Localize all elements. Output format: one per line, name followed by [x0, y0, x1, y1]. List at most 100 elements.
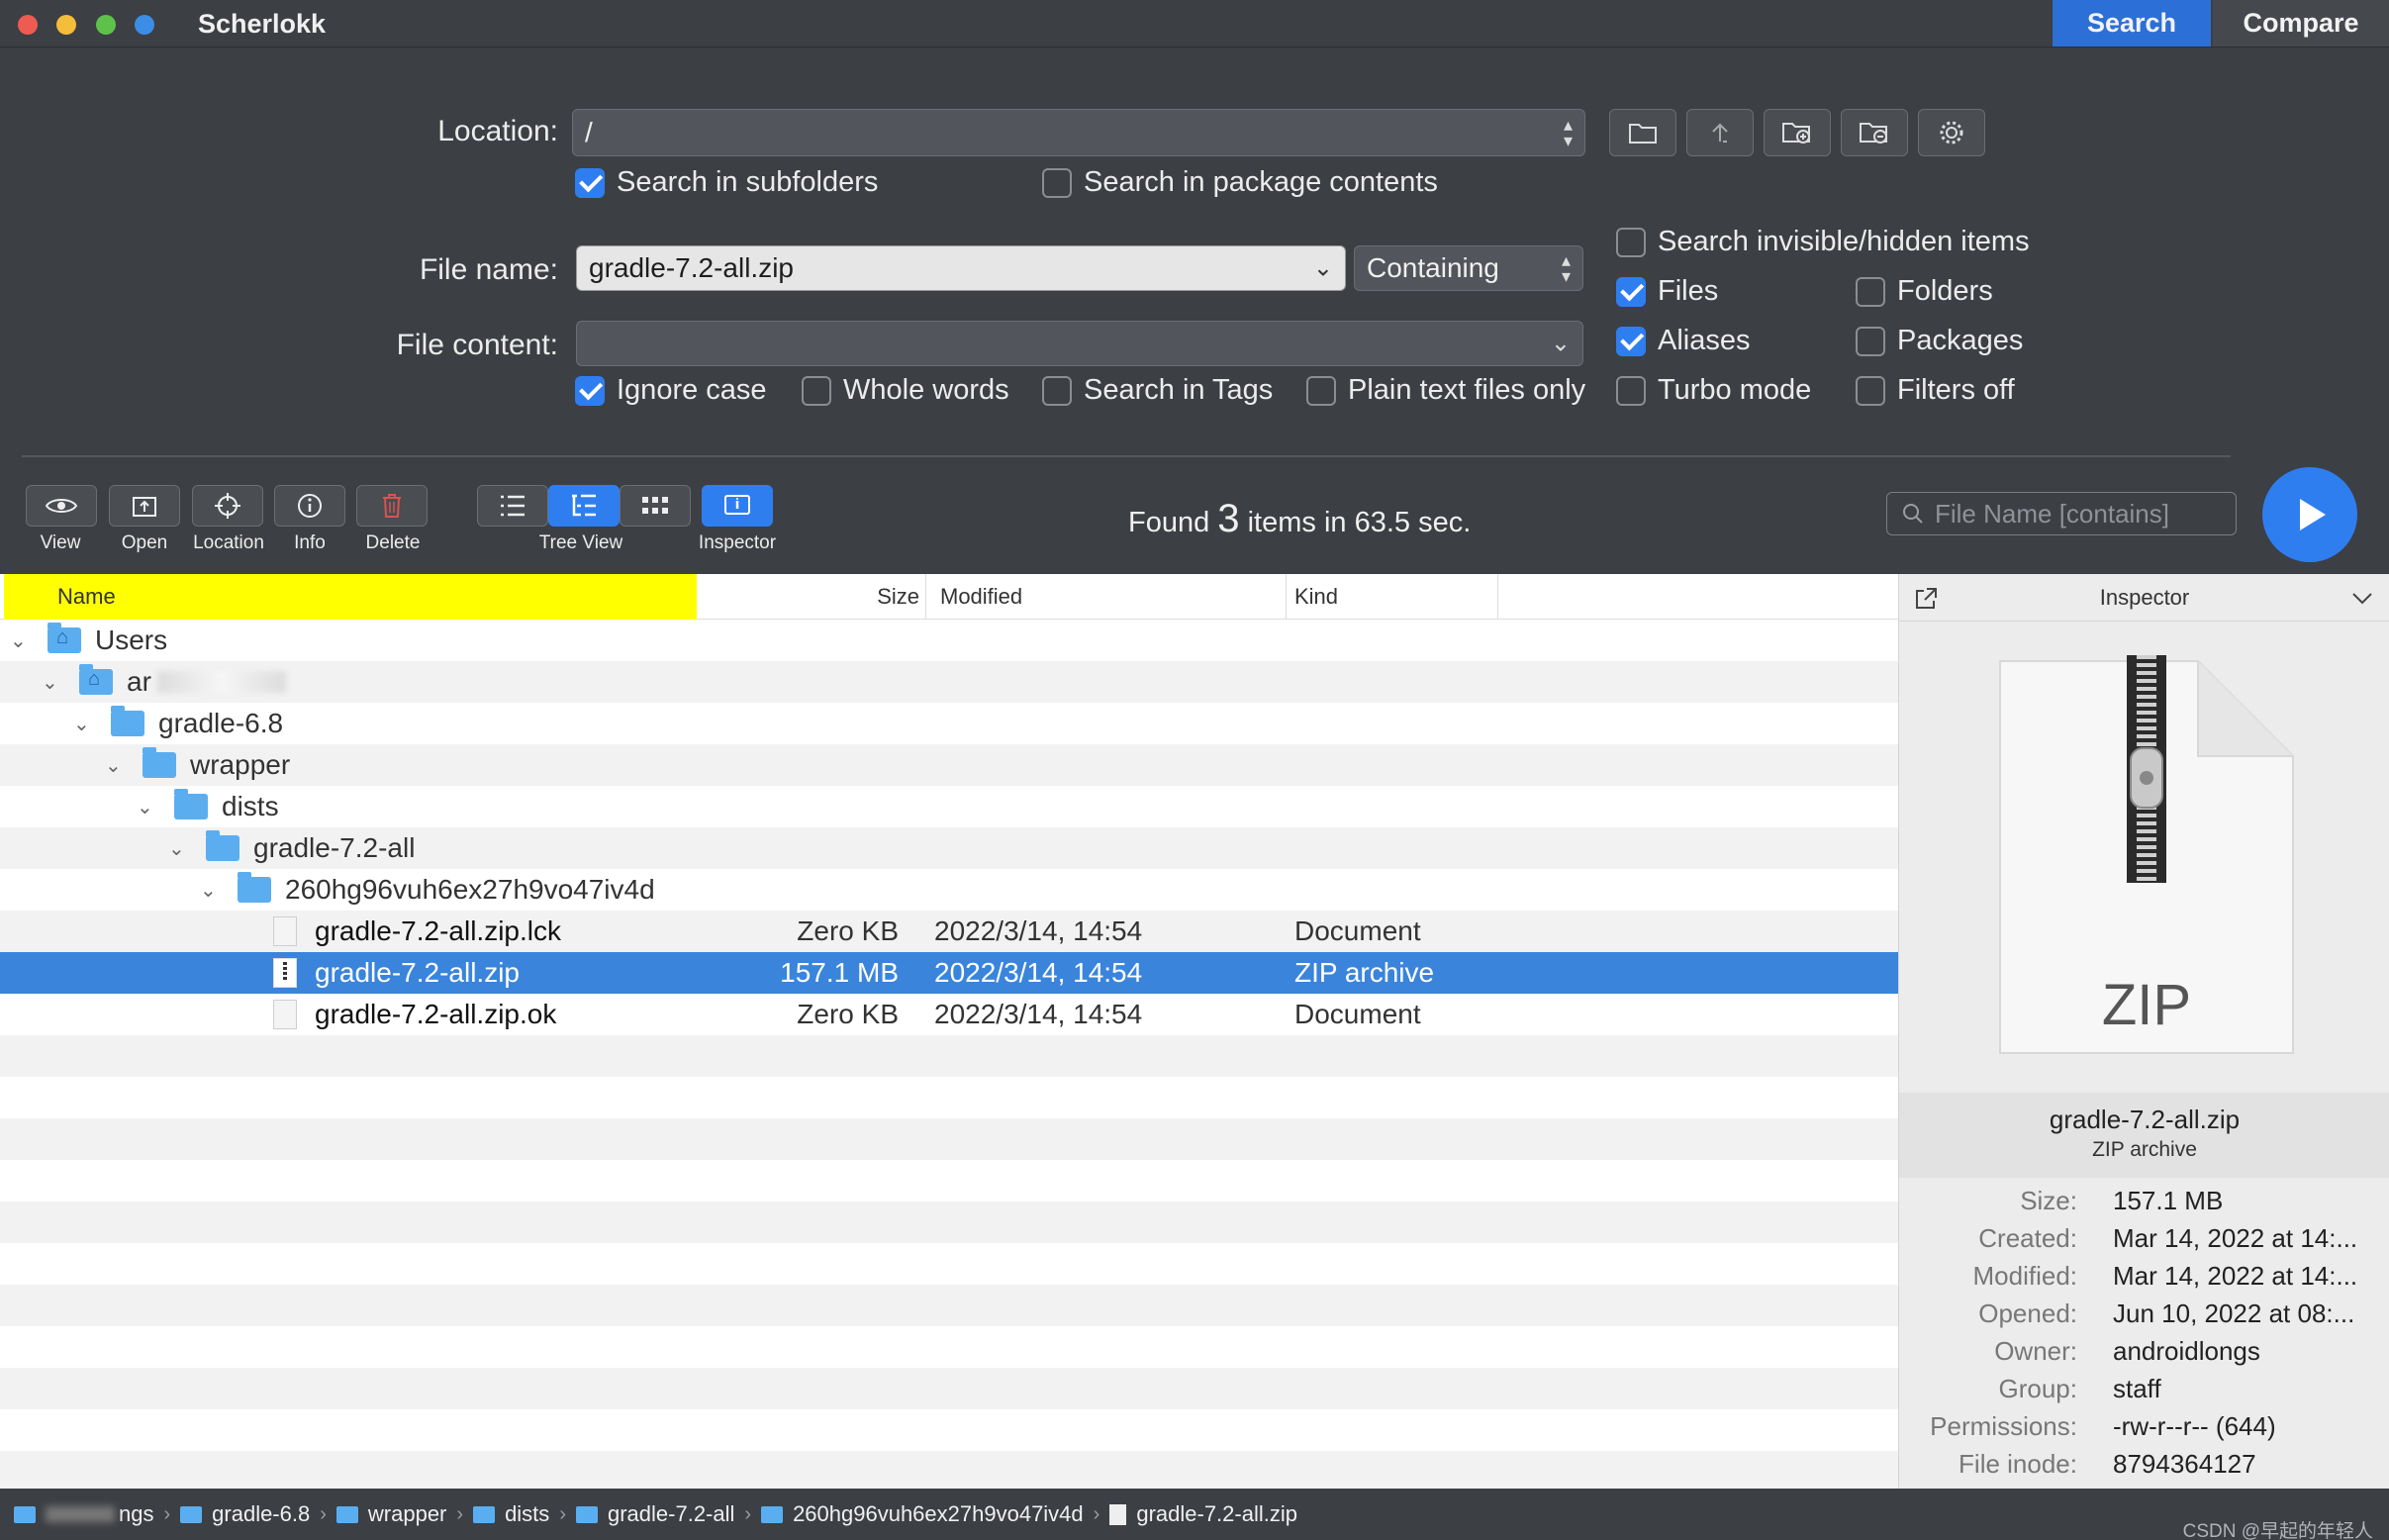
- settings-button[interactable]: [1918, 109, 1985, 156]
- info-button[interactable]: [274, 485, 345, 527]
- up-down-chevron-icon: ▴ ▾: [1563, 115, 1573, 150]
- table-row[interactable]: gradle-7.2-all.zip.lck Zero KB 2022/3/14…: [0, 911, 1898, 952]
- aliases-checkbox[interactable]: Aliases: [1616, 325, 1751, 357]
- close-window-button[interactable]: [18, 15, 38, 35]
- disclosure-chevron-icon[interactable]: ⌄: [105, 753, 122, 778]
- ignore-case-checkbox[interactable]: Ignore case: [575, 374, 767, 407]
- whole-words-checkbox[interactable]: Whole words: [802, 374, 1009, 407]
- open-button[interactable]: [109, 485, 180, 527]
- match-mode-select[interactable]: Containing ▴ ▾: [1354, 245, 1583, 291]
- empty-row: [0, 1243, 1898, 1285]
- chevron-down-icon[interactable]: [2350, 588, 2374, 608]
- search-invisible-checkbox[interactable]: Search invisible/hidden items: [1616, 226, 2030, 258]
- path-crumb[interactable]: gradle-6.8: [180, 1501, 310, 1527]
- folder-icon: [473, 1505, 496, 1523]
- disclosure-chevron-icon[interactable]: ⌄: [42, 670, 58, 695]
- path-crumb-label: wrapper: [367, 1501, 447, 1526]
- minimize-window-button[interactable]: [56, 15, 76, 35]
- info-icon: [298, 494, 322, 518]
- size-column-header[interactable]: Size: [697, 574, 926, 620]
- inspector-toggle-button[interactable]: [702, 485, 773, 527]
- path-crumb[interactable]: gradle-7.2-all.zip: [1109, 1501, 1297, 1527]
- table-row[interactable]: ⌄ wrapper: [0, 744, 1898, 786]
- path-crumb[interactable]: 260hg96vuh6ex27h9vo47iv4d: [761, 1501, 1084, 1527]
- folder-icon: [206, 830, 239, 861]
- file-preview: ZIP: [1992, 655, 2301, 1061]
- location-label: Location:: [437, 115, 558, 147]
- packages-checkbox[interactable]: Packages: [1856, 325, 2023, 357]
- disclosure-chevron-icon[interactable]: ⌄: [200, 878, 217, 903]
- table-row[interactable]: ⌄ 260hg96vuh6ex27h9vo47iv4d: [0, 869, 1898, 911]
- path-crumb[interactable]: wrapper: [335, 1501, 447, 1527]
- folder-icon: [761, 1505, 784, 1523]
- start-search-button[interactable]: [2262, 467, 2357, 562]
- preview-label: ZIP: [2101, 973, 2192, 1037]
- search-in-tags-checkbox[interactable]: Search in Tags: [1042, 374, 1273, 407]
- location-select[interactable]: / ▴ ▾: [572, 109, 1585, 156]
- table-row[interactable]: ⌄ gradle-6.8: [0, 703, 1898, 744]
- kind-column-header[interactable]: Kind: [1294, 574, 1498, 620]
- tree-view-button[interactable]: [548, 485, 620, 527]
- chevron-right-icon: ›: [320, 1502, 327, 1525]
- path-crumb-label: gradle-6.8: [212, 1501, 311, 1526]
- table-row[interactable]: ⌄ Users: [0, 620, 1898, 661]
- parent-folder-button[interactable]: [1686, 109, 1754, 156]
- row-name: gradle-6.8: [158, 708, 284, 738]
- empty-row: [0, 1118, 1898, 1160]
- chevron-down-icon: ⌄: [1312, 254, 1333, 282]
- search-subfolders-checkbox[interactable]: Search in subfolders: [575, 166, 878, 199]
- add-location-button[interactable]: [1764, 109, 1831, 156]
- turbo-mode-checkbox[interactable]: Turbo mode: [1616, 374, 1811, 407]
- grid-view-icon: [642, 497, 668, 514]
- files-checkbox[interactable]: Files: [1616, 275, 1718, 308]
- folder-icon: [174, 789, 208, 819]
- disclosure-chevron-icon[interactable]: ⌄: [168, 836, 185, 861]
- path-crumb[interactable]: dists: [473, 1501, 549, 1527]
- disclosure-chevron-icon[interactable]: ⌄: [10, 628, 27, 653]
- plain-text-only-checkbox[interactable]: Plain text files only: [1306, 374, 1585, 407]
- search-package-contents-checkbox[interactable]: Search in package contents: [1042, 166, 1438, 199]
- empty-row: [0, 1202, 1898, 1243]
- choose-folder-button[interactable]: [1609, 109, 1676, 156]
- list-view-button[interactable]: [477, 485, 548, 527]
- path-crumb[interactable]: gradle-7.2-all: [575, 1501, 734, 1527]
- table-row[interactable]: ⌄ gradle-7.2-all: [0, 827, 1898, 869]
- table-row[interactable]: ⌄ ar: [0, 661, 1898, 703]
- quick-filter-field[interactable]: File Name [contains]: [1886, 492, 2237, 535]
- window-accessory-button[interactable]: [135, 15, 154, 35]
- location-button[interactable]: [192, 485, 263, 527]
- property-row: Modified: Mar 14, 2022 at 14:...: [1899, 1261, 2389, 1299]
- trash-icon: [383, 494, 401, 518]
- remove-location-button[interactable]: [1841, 109, 1908, 156]
- row-modified: 2022/3/14, 14:54: [934, 957, 1143, 988]
- compare-mode-button[interactable]: Compare: [2213, 0, 2389, 47]
- folders-checkbox[interactable]: Folders: [1856, 275, 1993, 308]
- checkbox-box: [1042, 375, 1072, 406]
- view-button[interactable]: [26, 485, 97, 527]
- search-mode-button[interactable]: Search: [2053, 0, 2211, 47]
- table-row[interactable]: ⌄ dists: [0, 786, 1898, 827]
- table-row[interactable]: gradle-7.2-all.zip.ok Zero KB 2022/3/14,…: [0, 994, 1898, 1035]
- name-column-header[interactable]: Name: [4, 574, 697, 620]
- property-key: Owner:: [1994, 1336, 2077, 1366]
- zoom-window-button[interactable]: [96, 15, 116, 35]
- folder-icon: [335, 1505, 358, 1523]
- results-tree[interactable]: Name Size Modified Kind ⌄ Users ⌄ ar ⌄ g…: [0, 574, 1898, 1492]
- path-crumb-label: gradle-7.2-all.zip: [1136, 1501, 1297, 1526]
- property-row: Opened: Jun 10, 2022 at 08:...: [1899, 1299, 2389, 1336]
- table-row-selected[interactable]: gradle-7.2-all.zip 157.1 MB 2022/3/14, 1…: [0, 952, 1898, 994]
- icon-view-button[interactable]: [620, 485, 691, 527]
- disclosure-chevron-icon[interactable]: ⌄: [137, 795, 153, 819]
- file-name-field[interactable]: gradle-7.2-all.zip ⌄: [576, 245, 1346, 291]
- disclosure-chevron-icon[interactable]: ⌄: [73, 712, 90, 736]
- path-crumb[interactable]: ngs: [14, 1501, 153, 1527]
- inspector-file-kind: ZIP archive: [2092, 1138, 2197, 1161]
- file-content-field[interactable]: ⌄: [576, 321, 1583, 366]
- filters-off-checkbox[interactable]: Filters off: [1856, 374, 2015, 407]
- checkbox-box: [1856, 326, 1885, 356]
- checkbox-label: Search in subfolders: [617, 166, 879, 198]
- checkbox-box: [1616, 326, 1646, 356]
- property-row: Created: Mar 14, 2022 at 14:...: [1899, 1223, 2389, 1261]
- modified-column-header[interactable]: Modified: [940, 574, 1287, 620]
- delete-button[interactable]: [356, 485, 428, 527]
